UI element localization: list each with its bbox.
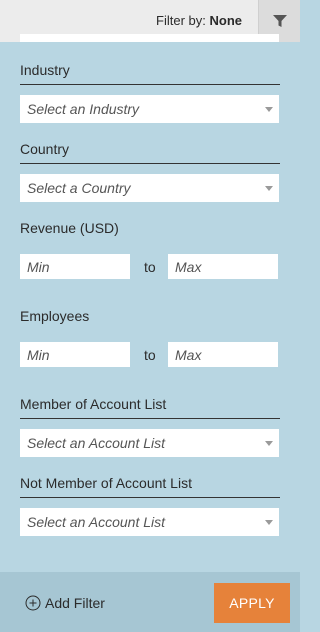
apply-button[interactable]: APPLY xyxy=(214,583,290,623)
industry-label: Industry xyxy=(20,62,70,78)
employees-to-label: to xyxy=(144,347,156,363)
chevron-down-icon xyxy=(265,107,273,112)
filter-footer: Add Filter APPLY xyxy=(0,572,300,632)
funnel-icon xyxy=(272,15,287,27)
add-filter-label: Add Filter xyxy=(45,595,105,611)
plus-circle-icon xyxy=(25,595,41,611)
not-member-account-list-divider xyxy=(20,497,280,498)
chevron-down-icon xyxy=(265,441,273,446)
chevron-down-icon xyxy=(265,520,273,525)
country-divider xyxy=(20,163,280,164)
chevron-down-icon xyxy=(265,186,273,191)
industry-select[interactable]: Select an Industry xyxy=(20,95,279,123)
filter-status: Filter by: None xyxy=(156,13,242,28)
member-account-list-select[interactable]: Select an Account List xyxy=(20,429,279,457)
revenue-to-label: to xyxy=(144,259,156,275)
member-account-list-label: Member of Account List xyxy=(20,396,167,412)
employees-label: Employees xyxy=(20,308,90,324)
revenue-min-input[interactable] xyxy=(20,254,130,279)
filter-by-label: Filter by: xyxy=(156,13,206,28)
not-member-account-list-placeholder: Select an Account List xyxy=(27,514,166,530)
country-select-placeholder: Select a Country xyxy=(27,180,131,196)
employees-max-input[interactable] xyxy=(168,342,278,367)
industry-select-placeholder: Select an Industry xyxy=(27,101,140,117)
employees-min-input[interactable] xyxy=(20,342,130,367)
revenue-label: Revenue (USD) xyxy=(20,220,119,236)
country-select[interactable]: Select a Country xyxy=(20,174,279,202)
member-account-list-divider xyxy=(20,418,280,419)
country-label: Country xyxy=(20,141,70,157)
filter-by-value: None xyxy=(209,13,243,28)
add-filter-button[interactable]: Add Filter xyxy=(25,594,105,612)
previous-field-input[interactable] xyxy=(20,34,279,42)
not-member-account-list-label: Not Member of Account List xyxy=(20,475,192,491)
revenue-max-input[interactable] xyxy=(168,254,278,279)
member-account-list-placeholder: Select an Account List xyxy=(27,435,166,451)
industry-divider xyxy=(20,84,280,85)
not-member-account-list-select[interactable]: Select an Account List xyxy=(20,508,279,536)
